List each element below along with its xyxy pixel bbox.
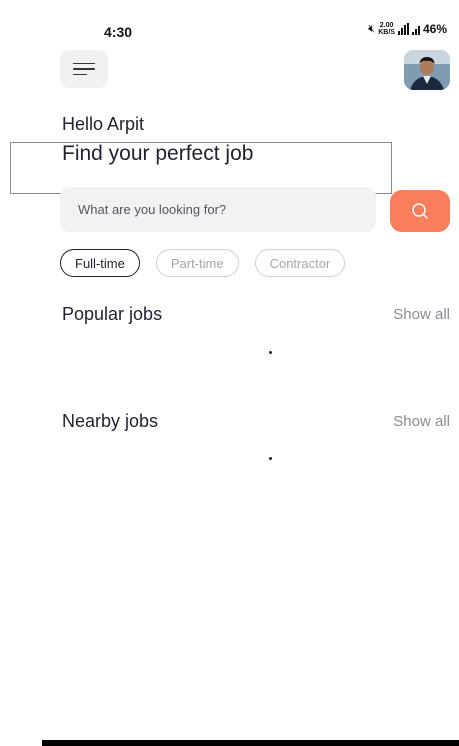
network-speed-unit: KB/S — [378, 29, 395, 36]
mute-icon: 🔇︎ — [368, 22, 376, 35]
signal-icon — [397, 23, 409, 35]
battery-level: 46% — [422, 22, 447, 36]
filter-chip-part-time[interactable]: Part-time — [155, 249, 239, 277]
search-icon — [412, 203, 428, 219]
menu-button[interactable] — [60, 50, 108, 88]
hamburger-menu-icon — [73, 62, 95, 65]
loading-indicator-popular — [269, 351, 272, 354]
avatar-image — [404, 50, 450, 90]
status-icons: 🔇︎ 2.00 KB/S 46% — [368, 22, 447, 36]
greeting-text: Hello Arpit — [62, 114, 145, 134]
status-time: 4:30 — [104, 24, 133, 40]
search-input[interactable] — [60, 187, 376, 232]
signal-icon-secondary — [411, 23, 420, 35]
filter-chip-full-time[interactable]: Full-time — [60, 249, 140, 277]
show-all-nearby-jobs-link[interactable]: Show all — [393, 413, 450, 430]
search-button[interactable] — [390, 190, 450, 232]
avatar[interactable] — [404, 50, 450, 90]
network-speed-value: 2.00 — [379, 22, 394, 29]
loading-indicator-nearby — [269, 457, 272, 460]
filter-chip-contractor[interactable]: Contractor — [254, 249, 346, 277]
phone-screen: 4:30 🔇︎ 2.00 KB/S 46% Hello Arpit Find y… — [10, 0, 459, 746]
show-all-popular-jobs-link[interactable]: Show all — [393, 306, 450, 323]
hamburger-menu-icon-line — [73, 68, 95, 70]
network-speed: 2.00 KB/S — [378, 22, 395, 36]
section-title-popular-jobs: Popular jobs — [62, 304, 163, 324]
section-title-nearby-jobs: Nearby jobs — [62, 411, 159, 431]
system-navigation-bar — [42, 740, 459, 746]
job-type-filters: Full-time Part-time Contractor — [60, 249, 346, 277]
hamburger-menu-icon-line-short — [73, 73, 87, 76]
